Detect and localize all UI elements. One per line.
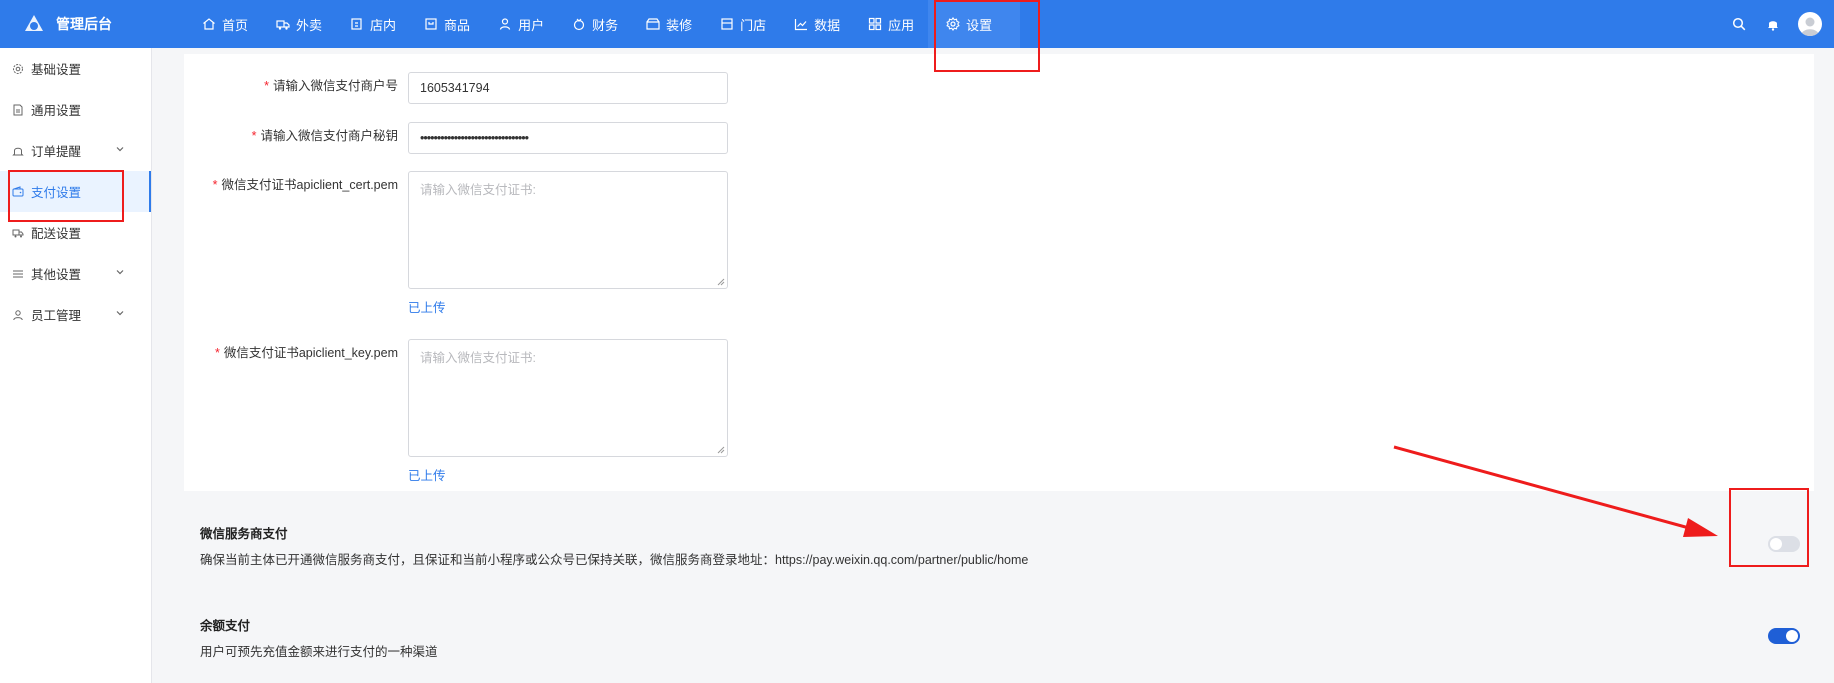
nav-label: 店内	[370, 17, 397, 33]
search-icon[interactable]	[1730, 15, 1748, 33]
label-text: 请输入微信支付商户号	[272, 79, 398, 93]
textarea-placeholder: 请输入微信支付证书:	[420, 351, 536, 365]
wechat-pay-form: * 请输入微信支付商户号 1605341794 * 请输入微信支付商户秘钥 ••••…	[184, 54, 1814, 491]
label-text: 请输入微信支付商户秘钥	[260, 129, 398, 143]
cert-uploaded-link[interactable]: 已上传	[408, 297, 446, 316]
required-mark: *	[251, 129, 257, 143]
input-value: ••••••••••••••••••••••••••••••••	[420, 131, 529, 145]
required-mark: *	[212, 178, 218, 192]
nav-finance[interactable]: 财务	[558, 0, 632, 48]
nav-label: 门店	[740, 17, 767, 33]
list-icon	[13, 270, 23, 277]
main-nav: 首页 外卖 店内 商品 用户 财务 装修 门店 数据 应用 设置	[188, 0, 1021, 48]
nav-label: 装修	[666, 17, 693, 33]
resize-grip-icon[interactable]	[717, 278, 725, 286]
logo-icon	[22, 12, 46, 36]
chevron-down-icon	[116, 270, 124, 275]
nav-decorate[interactable]: 装修	[632, 0, 706, 48]
input-value: 1605341794	[420, 81, 490, 95]
card-title: 余额支付	[200, 619, 251, 633]
nav-data[interactable]: 数据	[780, 0, 854, 48]
sidebar-item-staff[interactable]: 员工管理	[0, 294, 151, 335]
nav-label: 外卖	[296, 17, 323, 33]
file-icon	[13, 104, 23, 115]
nav-label: 首页	[222, 17, 249, 33]
avatar[interactable]	[1798, 12, 1822, 36]
balance-pay-toggle[interactable]	[1768, 628, 1800, 644]
app-logo[interactable]: 管理后台	[22, 12, 112, 36]
app-title: 管理后台	[56, 16, 112, 32]
key-pem-textarea[interactable]: 请输入微信支付证书:	[408, 339, 728, 457]
store-icon	[351, 18, 362, 30]
user-icon	[499, 18, 511, 30]
merchant-id-input[interactable]: 1605341794	[408, 72, 728, 104]
annotation-box-toggle	[1729, 488, 1809, 567]
card-desc: 确保当前主体已开通微信服务商支付，且保证和当前小程序或公众号已保持关联，微信服务…	[200, 553, 1029, 567]
goods-icon	[425, 18, 437, 30]
required-mark: *	[264, 79, 269, 93]
chart-icon	[795, 19, 808, 31]
gear-icon	[13, 63, 23, 74]
merchant-secret-label: * 请输入微信支付商户秘钥	[184, 125, 398, 144]
sidebar-item-basic[interactable]: 基础设置	[0, 48, 151, 89]
sidebar-item-label: 员工管理	[31, 309, 82, 323]
merchant-id-label: * 请输入微信支付商户号	[184, 75, 398, 94]
sidebar-item-label: 基础设置	[31, 63, 82, 77]
annotation-box-settings	[934, 0, 1040, 72]
resize-grip-icon[interactable]	[717, 446, 725, 454]
key-uploaded-link[interactable]: 已上传	[408, 465, 446, 484]
annotation-box-payment	[8, 170, 124, 222]
balance-pay-card: 余额支付 用户可预先充值金额来进行支付的一种渠道	[184, 598, 1814, 674]
user-icon	[13, 309, 23, 320]
nav-label: 财务	[592, 17, 619, 33]
sidebar-item-order-remind[interactable]: 订单提醒	[0, 130, 151, 171]
delivery-icon	[12, 229, 24, 237]
merchant-secret-input[interactable]: ••••••••••••••••••••••••••••••••	[408, 122, 728, 154]
card-title: 微信服务商支付	[200, 527, 288, 541]
sidebar-item-general[interactable]: 通用设置	[0, 89, 151, 130]
bell-icon[interactable]	[1764, 15, 1782, 33]
chevron-down-icon	[116, 147, 124, 152]
nav-label: 商品	[444, 17, 471, 33]
sidebar-item-label: 通用设置	[31, 104, 82, 118]
delivery-icon	[276, 20, 290, 30]
main-content: * 请输入微信支付商户号 1605341794 * 请输入微信支付商户秘钥 ••••…	[152, 48, 1834, 683]
nav-label: 应用	[888, 17, 915, 33]
nav-label: 数据	[814, 17, 841, 33]
nav-delivery[interactable]: 外卖	[262, 0, 336, 48]
wechat-partner-pay-card: 微信服务商支付 确保当前主体已开通微信服务商支付，且保证和当前小程序或公众号已保…	[184, 506, 1814, 582]
required-mark: *	[214, 346, 220, 360]
nav-apps[interactable]: 应用	[854, 0, 928, 48]
sidebar-item-label: 其他设置	[31, 268, 82, 282]
sidebar-item-label: 订单提醒	[31, 145, 82, 159]
nav-goods[interactable]: 商品	[410, 0, 484, 48]
finance-icon	[573, 18, 585, 31]
sidebar-item-other[interactable]: 其他设置	[0, 253, 151, 294]
chevron-down-icon	[116, 311, 124, 316]
label-text: 微信支付证书apiclient_key.pem	[223, 346, 398, 360]
sidebar: 基础设置 通用设置 订单提醒 支付设置 配送设置 其他设置 员工管理	[0, 48, 152, 683]
sidebar-item-label: 配送设置	[31, 227, 82, 241]
nav-shops[interactable]: 门店	[706, 0, 780, 48]
textarea-placeholder: 请输入微信支付证书:	[420, 183, 536, 197]
nav-users[interactable]: 用户	[484, 0, 558, 48]
top-right-tools	[1730, 12, 1822, 36]
toggle-knob	[1786, 630, 1798, 642]
card-desc: 用户可预先充值金额来进行支付的一种渠道	[200, 645, 438, 659]
nav-instore[interactable]: 店内	[336, 0, 410, 48]
top-navbar: 管理后台 首页 外卖 店内 商品 用户 财务 装修 门店 数据 应用 设置	[0, 0, 1834, 48]
nav-home[interactable]: 首页	[188, 0, 262, 48]
home-icon	[203, 18, 215, 30]
nav-label: 用户	[518, 17, 545, 33]
key-pem-label: * 微信支付证书apiclient_key.pem	[184, 342, 398, 361]
decorate-icon	[646, 18, 660, 30]
label-text: 微信支付证书apiclient_cert.pem	[221, 178, 398, 192]
apps-icon	[869, 17, 882, 31]
bell-icon	[12, 147, 24, 155]
cert-pem-textarea[interactable]: 请输入微信支付证书:	[408, 171, 728, 289]
cert-pem-label: * 微信支付证书apiclient_cert.pem	[184, 174, 398, 193]
shop-icon	[721, 18, 733, 30]
